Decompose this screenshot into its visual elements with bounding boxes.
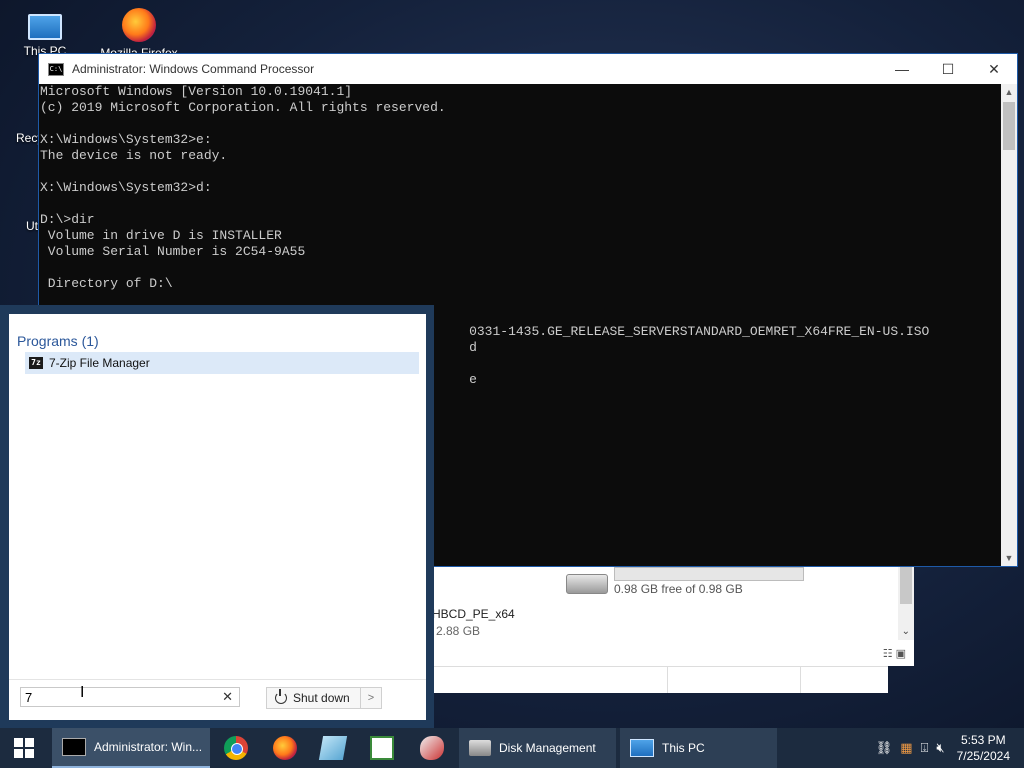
- computer-icon: [630, 739, 654, 757]
- console-line: D:\>dir: [40, 212, 95, 227]
- taskbar-cmd[interactable]: Administrator: Win...: [52, 728, 210, 768]
- minimize-button[interactable]: —: [879, 54, 925, 84]
- desktop-icon-this-pc[interactable]: This PC: [0, 8, 90, 58]
- scroll-down-icon[interactable]: ⌄: [902, 626, 910, 637]
- console-line: Volume in drive D is INSTALLER: [40, 228, 282, 243]
- clock[interactable]: 5:53 PM 7/25/2024: [957, 732, 1010, 764]
- console-line: X:\Windows\System32>d:: [40, 180, 212, 195]
- text-cursor-icon: I: [80, 684, 85, 701]
- cmd-title: Administrator: Windows Command Processor: [72, 62, 315, 76]
- drive-icon: [566, 574, 608, 594]
- 7zip-icon: 7z: [29, 357, 43, 369]
- programs-group-header: Programs (1): [17, 333, 99, 349]
- spreadsheet-icon[interactable]: [370, 736, 394, 760]
- firefox-icon: [122, 8, 156, 42]
- system-tray: ⛓ ▦ ⍗ 🔇︎ 5:53 PM 7/25/2024: [876, 728, 1024, 768]
- search-results-panel: Programs (1) 7z 7-Zip File Manager: [9, 314, 426, 679]
- usb-icon[interactable]: ⍗: [921, 740, 929, 756]
- taskbar-disk-label: Disk Management: [499, 741, 596, 755]
- console-line: (c) 2019 Microsoft Corporation. All righ…: [40, 100, 446, 115]
- firefox-icon[interactable]: [273, 736, 297, 760]
- view-toggle-icons[interactable]: ☷ ▣: [883, 647, 906, 660]
- shutdown-options-arrow-icon[interactable]: >: [360, 688, 381, 708]
- start-menu: Programs (1) 7z 7-Zip File Manager 7 ✕ I…: [0, 305, 434, 728]
- scroll-up-icon[interactable]: ▲: [1001, 84, 1017, 100]
- shutdown-button[interactable]: Shut down >: [266, 687, 382, 709]
- clock-time: 5:53 PM: [960, 733, 1006, 747]
- console-line: Microsoft Windows [Version 10.0.19041.1]: [40, 84, 353, 99]
- console-line: Directory of D:\: [40, 276, 173, 291]
- console-line: Volume Serial Number is 2C54-9A55: [40, 244, 306, 259]
- power-icon: [275, 689, 287, 704]
- cmd-app-icon: C:\: [48, 62, 64, 76]
- disk-management-icon: [469, 740, 491, 756]
- console-line: X:\Windows\System32>e:: [40, 132, 212, 147]
- chrome-icon[interactable]: [224, 736, 248, 760]
- search-result-7zip[interactable]: 7z 7-Zip File Manager: [25, 352, 419, 374]
- taskbar-this-pc-label: This PC: [662, 741, 705, 755]
- drive-usage-bar: [614, 567, 804, 581]
- close-button[interactable]: ✕: [971, 54, 1017, 84]
- cmd-titlebar[interactable]: C:\ Administrator: Windows Command Proce…: [39, 54, 1017, 84]
- console-line: The device is not ready.: [40, 148, 228, 163]
- volume-muted-icon[interactable]: 🔇︎: [936, 740, 944, 756]
- start-menu-footer: 7 ✕ I Shut down >: [9, 679, 426, 720]
- maximize-button[interactable]: ☐: [925, 54, 971, 84]
- shutdown-label: Shut down: [293, 691, 350, 705]
- desktop-icon-utilities-label[interactable]: Ut: [26, 219, 38, 233]
- scroll-down-icon[interactable]: ▼: [1001, 550, 1017, 566]
- this-pc-window: 0.98 GB free of 0.98 GB HBCD_PE_x64 2.88…: [430, 560, 914, 666]
- drive-free-text: 0.98 GB free of 0.98 GB: [614, 582, 743, 596]
- network-icon[interactable]: ⛓: [876, 740, 893, 756]
- taskbar-disk-management[interactable]: Disk Management: [459, 728, 616, 768]
- drive-item-name[interactable]: HBCD_PE_x64: [432, 607, 515, 621]
- taskbar-this-pc[interactable]: This PC: [620, 728, 777, 768]
- paint-icon[interactable]: [420, 736, 444, 760]
- explorer-status-bar: [430, 666, 888, 693]
- taskbar-cmd-label: Administrator: Win...: [94, 740, 203, 754]
- windows-logo-icon: [14, 738, 34, 758]
- clear-search-icon[interactable]: ✕: [222, 689, 233, 705]
- computer-icon: [28, 14, 62, 40]
- search-input-value: 7: [25, 689, 33, 705]
- start-button[interactable]: [0, 728, 48, 768]
- search-result-label: 7-Zip File Manager: [49, 356, 150, 370]
- cmd-app-icon: [62, 738, 86, 756]
- scroll-thumb[interactable]: [1003, 102, 1015, 150]
- clock-date: 7/25/2024: [956, 749, 1010, 763]
- scroll-thumb[interactable]: [900, 564, 912, 604]
- notepad-icon[interactable]: [318, 736, 348, 760]
- cmd-scrollbar[interactable]: ▲ ▼: [1001, 84, 1017, 566]
- search-input[interactable]: 7 ✕: [20, 687, 240, 707]
- color-display-icon[interactable]: ▦: [900, 740, 912, 756]
- drive-item-size: 2.88 GB: [436, 624, 481, 638]
